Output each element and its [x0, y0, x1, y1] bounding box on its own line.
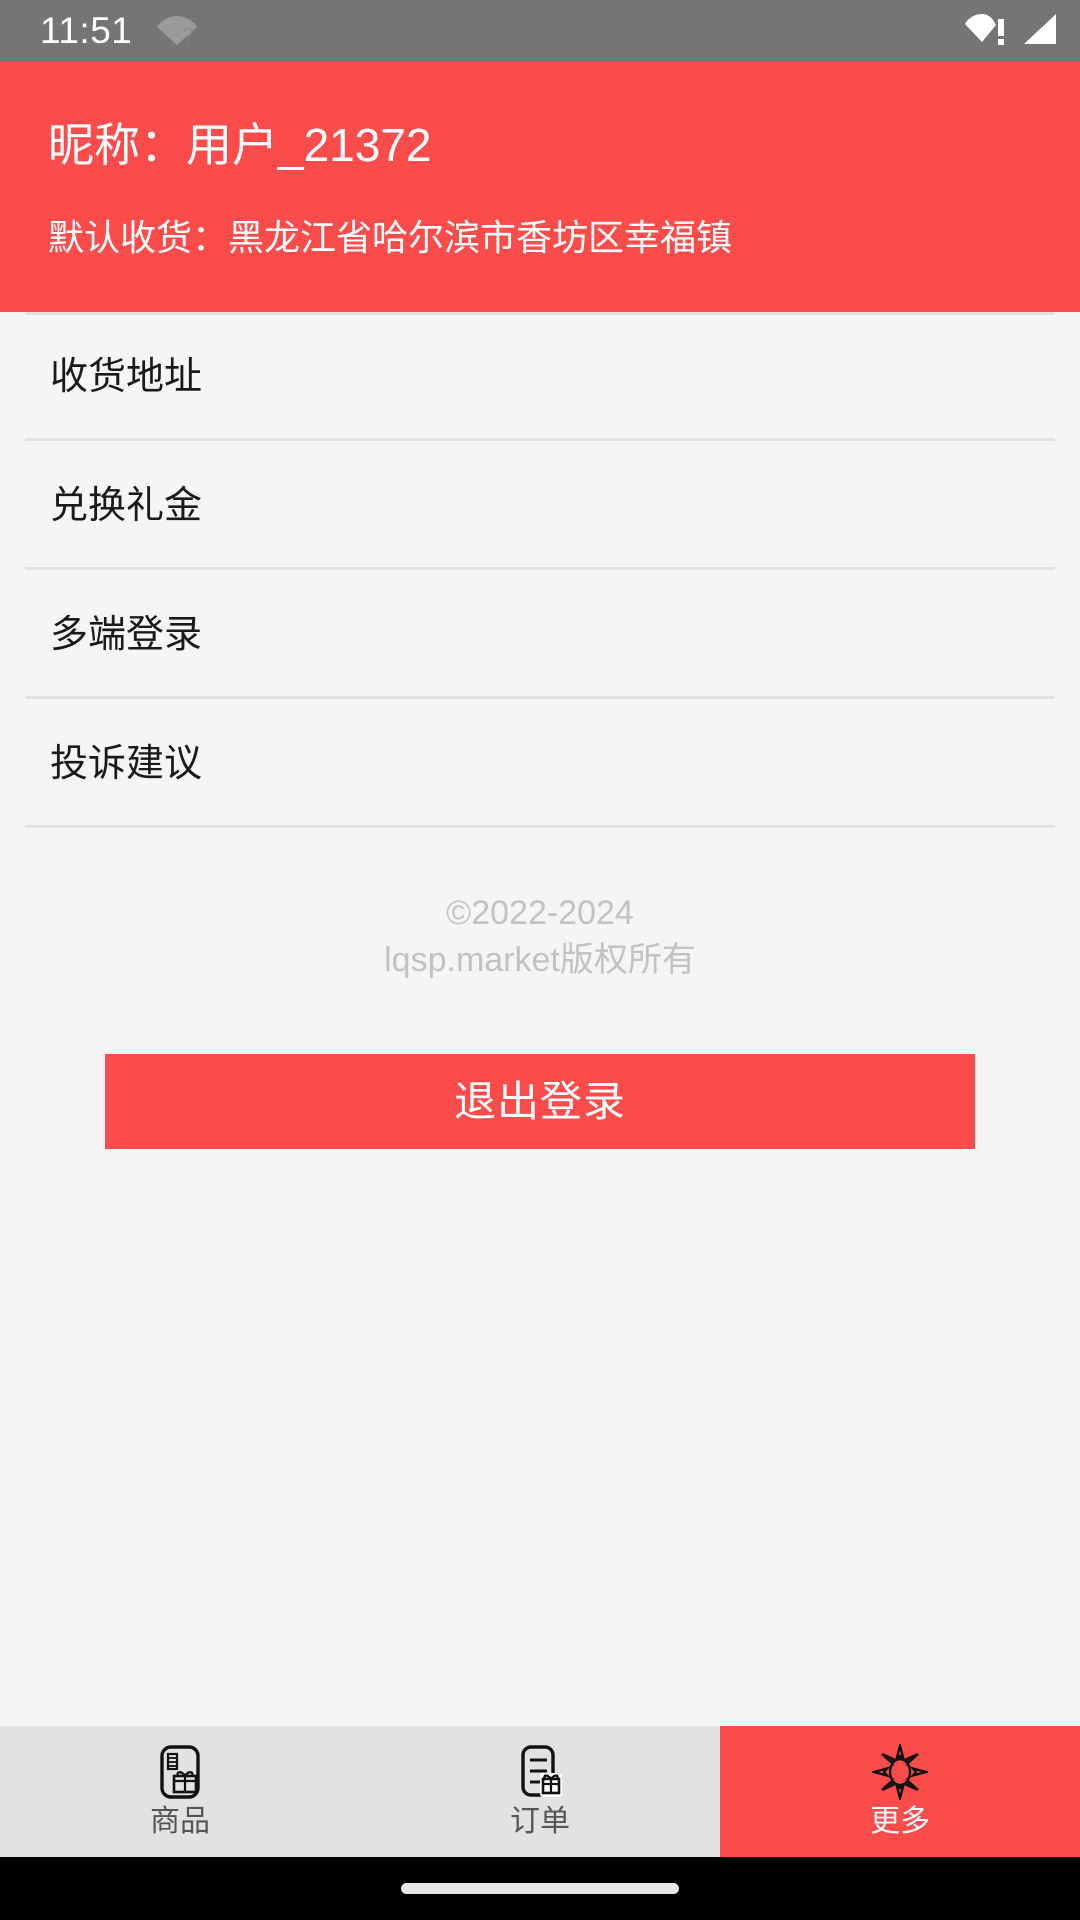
nav-item-label: 更多	[870, 1804, 930, 1838]
menu-item-redeem-gift[interactable]: 兑换礼金	[0, 441, 1080, 570]
default-address-text: 默认收货：黑龙江省哈尔滨市香坊区幸福镇	[48, 217, 733, 258]
nickname-text: 昵称：用户_21372	[48, 119, 432, 171]
bottom-navigation-bar: 商品 订单 更多	[0, 1726, 1080, 1857]
menu-item-complaints-suggestions[interactable]: 投诉建议	[0, 699, 1080, 828]
status-clock: 11:51	[40, 10, 133, 51]
menu-item-label: 收货地址	[50, 355, 203, 398]
home-indicator[interactable]	[401, 1883, 679, 1894]
logout-button-label: 退出登录	[453, 1077, 626, 1125]
signal-bars-icon	[1020, 12, 1058, 51]
nav-item-label: 订单	[510, 1804, 570, 1838]
order-list-gift-icon	[514, 1744, 566, 1800]
profile-header: 昵称：用户_21372 默认收货：黑龙江省哈尔滨市香坊区幸福镇	[0, 62, 1080, 312]
wifi-warning-icon	[964, 11, 1008, 52]
menu-item-shipping-address[interactable]: 收货地址	[0, 312, 1080, 441]
menu-item-multi-device-login[interactable]: 多端登录	[0, 570, 1080, 699]
menu-item-label: 兑换礼金	[50, 484, 203, 527]
copyright-block: ©2022-2024 lqsp.market版权所有	[0, 890, 1080, 984]
menu-item-label: 投诉建议	[50, 742, 203, 785]
nav-item-orders[interactable]: 订单	[360, 1726, 720, 1857]
menu-item-label: 多端登录	[50, 613, 203, 656]
svg-text:?: ?	[183, 25, 194, 46]
divider	[25, 312, 1055, 315]
card-gift-icon	[154, 1744, 206, 1800]
divider	[25, 825, 1055, 828]
status-bar: 11:51 ?	[0, 0, 1080, 62]
app-screen: 11:51 ? 昵称：用户_21372 默认收货：黑龙江省哈尔滨市香坊区幸福镇 …	[0, 0, 1080, 1920]
status-right-icons	[964, 11, 1058, 52]
nav-item-more[interactable]: 更多	[720, 1726, 1080, 1857]
system-gesture-bar	[0, 1857, 1080, 1920]
copyright-owner: lqsp.market版权所有	[384, 941, 696, 979]
copyright-years: ©2022-2024	[446, 894, 634, 932]
nav-item-label: 商品	[150, 1804, 210, 1838]
nav-item-products[interactable]: 商品	[0, 1726, 360, 1857]
settings-menu-list: 收货地址 兑换礼金 多端登录 投诉建议	[0, 312, 1080, 828]
status-left-icons: ?	[156, 12, 198, 51]
sunburst-icon	[872, 1743, 928, 1800]
logout-button[interactable]: 退出登录	[105, 1054, 975, 1149]
wifi-question-icon: ?	[156, 12, 198, 51]
